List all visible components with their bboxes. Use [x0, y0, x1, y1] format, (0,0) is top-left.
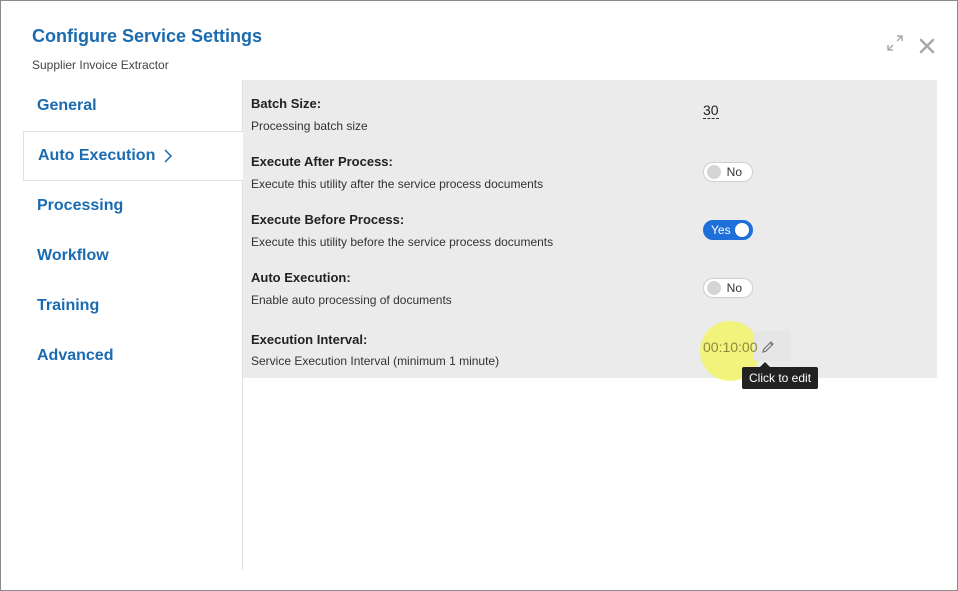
setting-label: Execute After Process: [251, 154, 393, 169]
toggle-knob [707, 165, 721, 179]
expand-icon[interactable] [886, 34, 904, 52]
sidebar-item-label: Processing [37, 197, 124, 214]
sidebar-item-auto-execution[interactable]: Auto Execution [23, 131, 243, 181]
toggle-label: No [726, 281, 742, 295]
setting-description: Execute this utility after the service p… [251, 177, 544, 191]
setting-label: Auto Execution: [251, 270, 351, 285]
sidebar-item-processing[interactable]: Processing [23, 181, 243, 231]
sidebar-item-label: General [37, 97, 97, 114]
sidebar-item-advanced[interactable]: Advanced [23, 331, 243, 381]
sidebar-item-workflow[interactable]: Workflow [23, 231, 243, 281]
setting-label: Execute Before Process: [251, 212, 405, 227]
settings-panel: Batch Size: Processing batch size 30 Exe… [243, 80, 937, 378]
settings-sidebar: General Auto Execution Processing Workfl… [23, 80, 243, 570]
setting-description: Enable auto processing of documents [251, 293, 452, 307]
sidebar-item-label: Training [37, 297, 100, 314]
dialog-subtitle: Supplier Invoice Extractor [32, 58, 169, 72]
edit-tooltip: Click to edit [742, 362, 819, 389]
chevron-right-icon [164, 149, 173, 163]
toggle-label: No [726, 165, 742, 179]
configure-service-dialog: Configure Service Settings Supplier Invo… [0, 0, 958, 591]
setting-description: Service Execution Interval (minimum 1 mi… [251, 354, 500, 368]
auto-execution-toggle[interactable]: No [703, 278, 753, 298]
close-icon[interactable] [919, 38, 935, 54]
sidebar-item-label: Auto Execution [38, 147, 156, 164]
sidebar-item-label: Advanced [37, 347, 114, 364]
execute-before-toggle[interactable]: Yes [703, 220, 753, 240]
toggle-label: Yes [711, 223, 731, 237]
execute-after-toggle[interactable]: No [703, 162, 753, 182]
batch-size-value[interactable]: 30 [703, 102, 719, 119]
setting-label: Batch Size: [251, 96, 322, 111]
pencil-icon[interactable] [760, 339, 776, 355]
dialog-title: Configure Service Settings [32, 26, 263, 46]
sidebar-item-label: Workflow [37, 247, 109, 264]
setting-description: Processing batch size [251, 119, 368, 133]
execution-interval-value[interactable]: 00:10:00 [703, 339, 758, 355]
sidebar-item-training[interactable]: Training [23, 281, 243, 331]
toggle-knob [735, 223, 749, 237]
sidebar-item-general[interactable]: General [23, 81, 243, 131]
setting-label: Execution Interval: [251, 332, 368, 347]
toggle-knob [707, 281, 721, 295]
setting-description: Execute this utility before the service … [251, 235, 554, 249]
